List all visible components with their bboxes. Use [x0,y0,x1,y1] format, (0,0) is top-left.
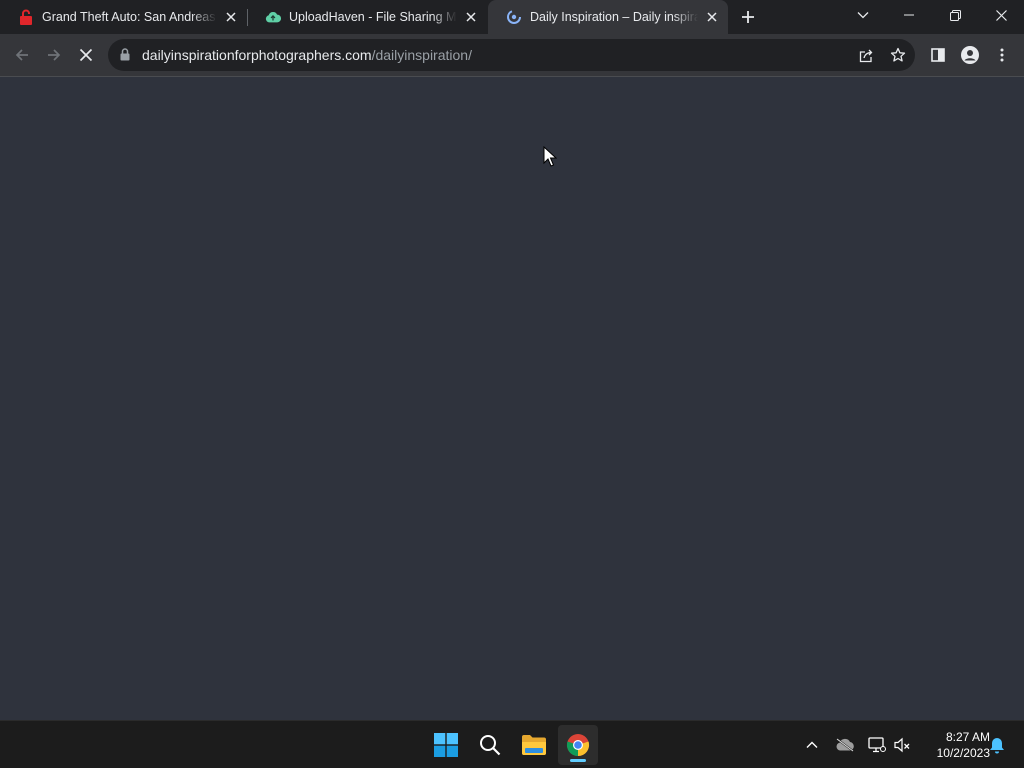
clock-date: 10/2/2023 [936,746,990,760]
tab-title: UploadHaven - File Sharing Made [289,10,457,24]
tab-title: Grand Theft Auto: San Andreas F [42,10,217,24]
tab-strip: Grand Theft Auto: San Andreas F UploadHa… [0,0,1024,34]
close-tab-icon[interactable] [461,7,481,27]
network-tray-button[interactable] [865,733,889,757]
screen: Grand Theft Auto: San Andreas F UploadHa… [0,0,1024,768]
back-button[interactable] [7,40,37,70]
bell-icon [990,737,1004,753]
chrome-taskbar-button[interactable] [558,725,598,765]
system-clock[interactable]: 8:27 AM 10/2/2023 [916,729,990,761]
close-window-button[interactable] [978,0,1024,30]
speaker-muted-icon [894,737,910,753]
arrow-right-icon [48,49,61,61]
search-icon [480,735,501,756]
taskbar: 8:27 AM 10/2/2023 [0,720,1024,768]
restore-button[interactable] [932,0,978,30]
avatar-icon [961,46,979,64]
lock-icon [120,48,130,66]
minimize-icon [904,14,914,16]
close-tab-icon[interactable] [702,7,722,27]
new-tab-button[interactable] [736,5,760,29]
plus-icon [742,11,754,23]
stop-loading-button[interactable] [71,40,101,70]
active-app-indicator [570,759,586,762]
folder-icon [522,735,546,755]
windows-logo-icon [434,733,458,757]
start-button[interactable] [426,725,466,765]
share-icon[interactable] [856,45,876,65]
notifications-button[interactable] [985,733,1009,757]
chevron-down-icon [857,12,869,19]
kebab-menu-icon [1000,48,1004,62]
gta-lock-favicon-icon [18,9,34,25]
forward-button[interactable] [39,40,69,70]
mouse-pointer-icon [543,146,557,167]
network-icon [868,737,886,753]
cloud-favicon-icon [265,9,281,25]
onedrive-tray-button[interactable] [833,733,857,757]
side-panel-button[interactable] [923,40,953,70]
star-bookmark-icon[interactable] [888,45,908,65]
show-hidden-icons-button[interactable] [800,733,824,757]
url-path: /dailyinspiration/ [371,47,472,63]
tab-daily-inspiration[interactable]: Daily Inspiration – Daily inspiratio [488,0,728,34]
tab-gta[interactable]: Grand Theft Auto: San Andreas F [0,0,247,34]
tab-uploadhaven[interactable]: UploadHaven - File Sharing Made [247,0,487,34]
page-content[interactable] [0,77,1024,720]
url-domain: dailyinspirationforphotographers.com [142,47,372,63]
address-bar[interactable]: dailyinspirationforphotographers.com/dai… [108,39,915,71]
close-tab-icon[interactable] [221,7,241,27]
tab-title: Daily Inspiration – Daily inspiratio [530,10,698,24]
loading-spinner-favicon-icon [506,9,522,25]
cloud-offline-icon [836,738,854,752]
stop-x-icon [79,48,93,62]
volume-tray-button[interactable] [890,733,914,757]
chevron-up-icon [806,741,818,748]
close-icon [995,9,1007,21]
browser-toolbar: dailyinspirationforphotographers.com/dai… [0,34,1024,76]
tab-search-button[interactable] [840,0,886,30]
browser-menu-button[interactable] [987,40,1017,70]
chrome-logo-icon [566,734,590,757]
side-panel-icon [931,48,945,62]
restore-icon [949,9,961,21]
url-text: dailyinspirationforphotographers.com/dai… [142,47,472,63]
arrow-left-icon [15,49,28,61]
clock-time: 8:27 AM [945,730,990,744]
minimize-button[interactable] [886,0,932,30]
search-button[interactable] [470,725,510,765]
file-explorer-button[interactable] [514,725,554,765]
profile-button[interactable] [955,40,985,70]
